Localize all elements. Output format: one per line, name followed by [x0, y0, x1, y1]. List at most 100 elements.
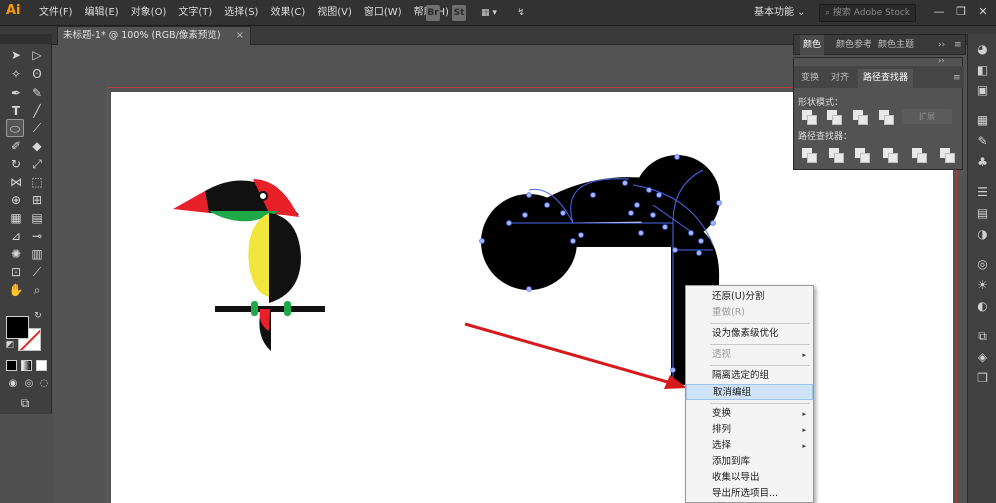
- menu-item-ungroup[interactable]: 取消编组: [686, 384, 813, 400]
- restore-icon[interactable]: ❐: [952, 3, 970, 21]
- ellipse-tool-icon[interactable]: ⬭: [6, 119, 24, 137]
- arrange-documents-button[interactable]: ▦ ▾: [477, 5, 501, 21]
- graphic-styles-icon[interactable]: ☀: [974, 277, 991, 294]
- unite-icon[interactable]: [801, 109, 817, 125]
- perspective-grid-tool-icon[interactable]: ⊞: [28, 191, 46, 209]
- color-guide-icon[interactable]: ◧: [974, 62, 991, 79]
- color-panel-icon[interactable]: ◕: [974, 41, 991, 58]
- selection-tool-icon[interactable]: ➤: [7, 46, 25, 64]
- menu-effect[interactable]: 效果(C): [264, 0, 311, 26]
- hand-tool-icon[interactable]: ✋: [7, 281, 25, 299]
- bridge-button[interactable]: Br: [426, 5, 440, 21]
- scale-tool-icon[interactable]: ⤢: [28, 155, 46, 173]
- rotate-tool-icon[interactable]: ↻: [7, 155, 25, 173]
- artboards-icon[interactable]: ❐: [974, 370, 991, 387]
- draw-inside-icon[interactable]: ◌: [35, 375, 53, 393]
- direct-selection-tool-icon[interactable]: ▷: [28, 46, 46, 64]
- menu-item-export-selection[interactable]: 导出所选项目...: [686, 486, 813, 502]
- color-mode-swatch[interactable]: [6, 360, 17, 371]
- gpu-performance-icon[interactable]: ↯: [512, 5, 530, 21]
- menu-item-redo[interactable]: 重做(R): [686, 305, 813, 321]
- gradient-tool-icon[interactable]: ▤: [28, 209, 46, 227]
- menu-item-arrange[interactable]: 排列 ▸: [686, 422, 813, 438]
- minimize-icon[interactable]: —: [930, 3, 948, 21]
- shape-builder-tool-icon[interactable]: ⊕: [7, 191, 25, 209]
- stroke-panel-icon[interactable]: ☰: [974, 184, 991, 201]
- image-trace-icon[interactable]: ◐: [974, 298, 991, 315]
- blend-tool-icon[interactable]: ⊸: [28, 227, 46, 245]
- tools-panel-header[interactable]: [0, 34, 52, 44]
- magic-wand-tool-icon[interactable]: ✧: [7, 65, 25, 83]
- tab-align[interactable]: 对齐: [826, 69, 854, 88]
- menu-select[interactable]: 选择(S): [218, 0, 264, 26]
- tab-color-themes[interactable]: 颜色主题: [878, 35, 914, 55]
- workspace-select[interactable]: 基本功能 ⌄: [754, 5, 806, 21]
- width-tool-icon[interactable]: ⋈: [7, 173, 25, 191]
- merge-icon[interactable]: [854, 147, 870, 163]
- minus-front-icon[interactable]: [826, 109, 842, 125]
- free-transform-tool-icon[interactable]: ⬚: [28, 173, 46, 191]
- swap-fill-stroke-icon[interactable]: ↻: [32, 310, 44, 322]
- curvature-tool-icon[interactable]: ✎: [28, 84, 46, 102]
- toucan-illustration[interactable]: [173, 179, 325, 351]
- eyedropper-tool-icon[interactable]: ⊿: [7, 227, 25, 245]
- gradient-panel-icon[interactable]: ▤: [974, 205, 991, 222]
- zoom-tool-icon[interactable]: ⌕: [28, 281, 46, 299]
- menu-type[interactable]: 文字(T): [172, 0, 218, 26]
- menu-item-add-to-library[interactable]: 添加到库: [686, 454, 813, 470]
- fill-color-swatch[interactable]: [6, 316, 29, 339]
- divide-icon[interactable]: [801, 147, 817, 163]
- menu-item-isolate-group[interactable]: 隔离选定的组: [686, 368, 813, 384]
- menu-item-undo-divide[interactable]: 还原(U)分割: [686, 289, 813, 305]
- column-graph-tool-icon[interactable]: ▥: [28, 245, 46, 263]
- pen-tool-icon[interactable]: ✒: [7, 84, 25, 102]
- screen-mode-icon[interactable]: ⧉: [16, 394, 34, 412]
- menu-item-perspective[interactable]: 透视 ▸: [686, 347, 813, 363]
- stock-button[interactable]: St: [452, 5, 466, 21]
- pathfinder-menu-icon[interactable]: ≡: [948, 69, 966, 88]
- tab-pathfinder[interactable]: 路径查找器: [858, 69, 914, 88]
- menu-view[interactable]: 视图(V): [311, 0, 358, 26]
- menu-window[interactable]: 窗口(W): [358, 0, 408, 26]
- panel-menu-icon[interactable]: ≡: [954, 35, 962, 55]
- trim-icon[interactable]: [828, 147, 844, 163]
- swatches-icon[interactable]: ▦: [974, 112, 991, 129]
- menu-edit[interactable]: 编辑(E): [79, 0, 125, 26]
- shaper-tool-icon[interactable]: ✐: [7, 137, 25, 155]
- menu-item-collect-for-export[interactable]: 收集以导出: [686, 470, 813, 486]
- appearance-icon[interactable]: ◎: [974, 256, 991, 273]
- brushes-icon[interactable]: ✎: [974, 133, 991, 150]
- menu-object[interactable]: 对象(O): [125, 0, 173, 26]
- menu-file[interactable]: 文件(F): [33, 0, 79, 26]
- artboard-tool-icon[interactable]: ⊡: [7, 263, 25, 281]
- crop-icon[interactable]: [882, 147, 898, 163]
- paintbrush-tool-icon[interactable]: ⟋: [28, 119, 46, 137]
- slice-tool-icon[interactable]: ⟋: [28, 263, 46, 281]
- gradient-mode-swatch[interactable]: [21, 360, 32, 371]
- menu-item-select[interactable]: 选择 ▸: [686, 438, 813, 454]
- minus-back-icon[interactable]: [939, 147, 955, 163]
- tab-color-guide[interactable]: 颜色参考: [836, 35, 872, 55]
- stock-search-input[interactable]: ⌕ 搜索 Adobe Stock: [819, 4, 916, 22]
- tab-close-icon[interactable]: ×: [236, 27, 244, 45]
- tab-color[interactable]: 颜色: [800, 35, 825, 55]
- libraries-icon[interactable]: ▣: [974, 82, 991, 99]
- transparency-icon[interactable]: ◑: [974, 226, 991, 243]
- collapse-panel-icon[interactable]: ››: [938, 35, 945, 55]
- line-tool-icon[interactable]: ╱: [28, 102, 46, 120]
- symbols-icon[interactable]: ♣: [974, 154, 991, 171]
- type-tool-icon[interactable]: T: [7, 102, 25, 120]
- pathfinder-collapse-icon[interactable]: ››: [938, 56, 944, 66]
- outline-icon[interactable]: [911, 147, 927, 163]
- menu-item-pixel-optimize[interactable]: 设为像素级优化: [686, 326, 813, 342]
- default-fill-stroke-icon[interactable]: ◩: [4, 339, 16, 351]
- layers-icon[interactable]: ◈: [974, 349, 991, 366]
- intersect-icon[interactable]: [852, 109, 868, 125]
- exclude-icon[interactable]: [878, 109, 894, 125]
- tab-transform[interactable]: 变换: [796, 69, 824, 88]
- links-icon[interactable]: ⧉: [974, 328, 991, 345]
- expand-button[interactable]: 扩展: [902, 109, 952, 124]
- menu-item-transform[interactable]: 变换 ▸: [686, 406, 813, 422]
- mesh-tool-icon[interactable]: ▦: [7, 209, 25, 227]
- symbol-sprayer-tool-icon[interactable]: ✺: [7, 245, 25, 263]
